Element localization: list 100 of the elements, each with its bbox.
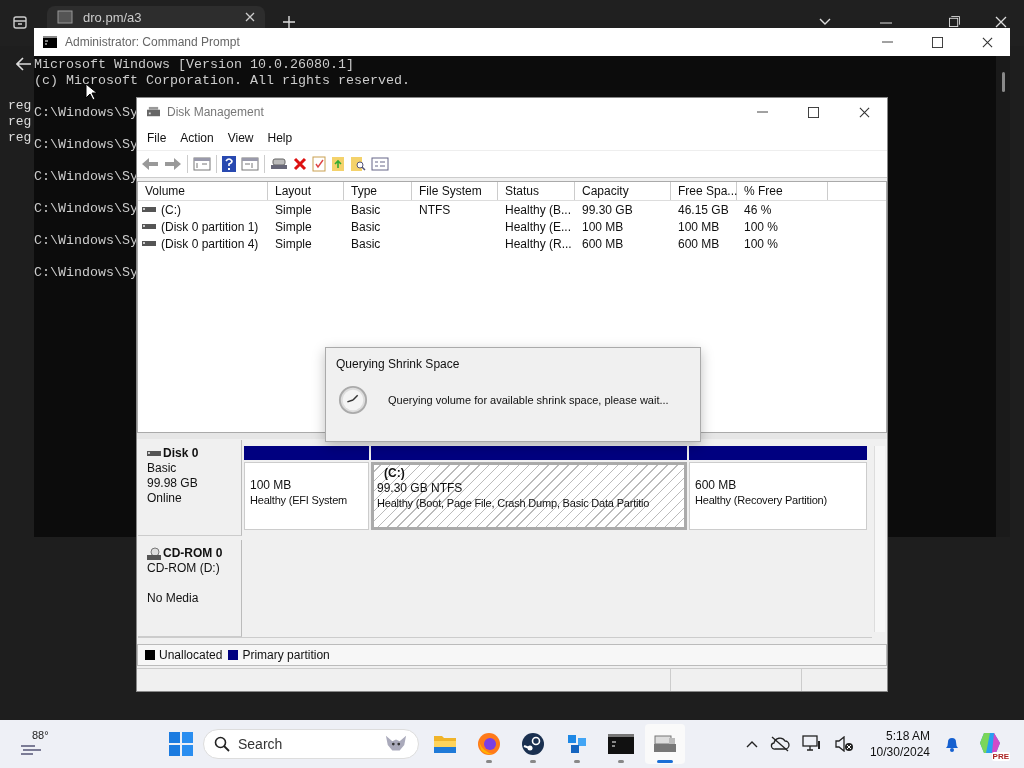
column-header[interactable]: File System (412, 182, 498, 200)
table-cell: Healthy (R... (505, 236, 572, 251)
partition-block[interactable]: (C:) 99.30 GB NTFS Healthy (Boot, Page File, Crash Dump, Basic Data Partitio (371, 462, 687, 530)
disk-label-panel[interactable]: CD-ROM 0 CD-ROM (D:) No Media (138, 540, 242, 637)
start-icon[interactable] (169, 732, 193, 756)
legend-label: Unallocated (159, 648, 223, 662)
tab-title: dro.pm/a3 (83, 9, 143, 25)
table-cell: (Disk 0 partition 4) (161, 236, 259, 251)
panel-icon[interactable] (193, 156, 211, 172)
browser-tab[interactable]: dro.pm/a3 (47, 6, 265, 28)
table-cell: Healthy (E... (505, 219, 572, 234)
table-cell: 600 MB (582, 236, 624, 251)
partition-status: Healthy (Boot, Page File, Crash Dump, Basic Data Partitio (377, 496, 651, 511)
help-icon[interactable] (222, 156, 236, 172)
forward-arrow-icon[interactable] (164, 157, 182, 171)
new-tab-icon[interactable] (283, 16, 295, 28)
drive-icon (142, 206, 156, 213)
mouse-cursor-icon (85, 83, 97, 101)
table-cell: 600 MB (678, 236, 720, 251)
disk-icon (146, 105, 161, 119)
clock[interactable]: 5:18 AM 10/30/2024 (869, 728, 930, 760)
restore-icon[interactable] (949, 16, 960, 27)
console-line: reg (8, 114, 32, 130)
back-arrow-icon[interactable] (16, 57, 32, 71)
cloud-offline-icon[interactable] (769, 736, 790, 752)
chevron-up-icon[interactable] (745, 740, 758, 748)
wind-icon (20, 743, 44, 755)
table-cell: 100 % (744, 219, 779, 234)
disk-name: Disk 0 (163, 446, 199, 461)
console-line: C:\Windows\Sy (34, 105, 138, 120)
dialog-title: Querying Shrink Space (335, 356, 461, 371)
console-line: C:\Windows\Sy (34, 233, 138, 248)
table-cell: Simple (275, 202, 312, 217)
chevron-down-icon[interactable] (819, 18, 831, 26)
disk-name: CD-ROM 0 (163, 546, 223, 561)
clock-date: 10/30/2024 (869, 744, 930, 760)
scrollbar[interactable] (996, 56, 1010, 537)
menu-item[interactable]: File (140, 131, 174, 145)
volume-muted-icon[interactable] (833, 736, 854, 752)
tab-list-icon[interactable] (12, 14, 28, 30)
maximize-icon[interactable] (808, 106, 819, 118)
column-header[interactable]: Free Spa... (671, 182, 737, 200)
table-cell: 100 MB (678, 219, 720, 234)
console-line: Microsoft Windows [Version 10.0.26080.1] (34, 57, 354, 72)
clock-icon (338, 385, 368, 415)
delete-icon[interactable] (293, 157, 307, 171)
bell-icon[interactable] (944, 735, 960, 753)
column-header[interactable]: Capacity (575, 182, 671, 200)
menu-item[interactable]: Action (173, 131, 221, 145)
table-cell: NTFS (419, 202, 451, 217)
dialog-message: Querying volume for available shrink space, please wait... (388, 394, 669, 406)
copilot-icon[interactable] (978, 731, 1002, 755)
search-icon (214, 736, 230, 752)
console-line: reg (8, 98, 32, 114)
partition-block[interactable]: 600 MB Healthy (Recovery Partition) (689, 462, 867, 530)
console-line: C:\Windows\Sy (34, 201, 138, 216)
table-cell: 99.30 GB (582, 202, 633, 217)
fox-globe-icon (477, 732, 501, 756)
disk-detail: 99.98 GB (147, 476, 199, 491)
column-header[interactable]: Layout (268, 182, 344, 200)
window-title: Administrator: Command Prompt (65, 35, 240, 49)
window-title: Disk Management (167, 105, 264, 119)
table-cell: Simple (275, 236, 312, 251)
panel-icon[interactable] (241, 156, 259, 172)
partition-size: 600 MB (695, 478, 738, 493)
disk-label-panel[interactable]: Disk 0 Basic 99.98 GB Online (138, 440, 242, 536)
column-header[interactable]: % Free (737, 182, 828, 200)
column-header[interactable]: Status (498, 182, 575, 200)
preview-badge: PRE (991, 752, 1010, 761)
table-cell: Simple (275, 219, 312, 234)
search-field[interactable]: Search (203, 729, 419, 759)
partition-block[interactable]: 100 MB Healthy (EFI System (244, 462, 369, 530)
table-cell: 100 MB (582, 219, 624, 234)
disk-icon (653, 734, 677, 754)
partition-size: 100 MB (250, 478, 293, 493)
table-cell: Basic (351, 219, 381, 234)
column-header[interactable]: Type (344, 182, 412, 200)
page-icon (57, 9, 73, 25)
disk-detail: Online (147, 491, 183, 506)
clock-time: 5:18 AM (885, 728, 930, 744)
console-line: (c) Microsoft Corporation. All rights reserved. (34, 73, 410, 88)
table-cell: (C:) (161, 202, 181, 217)
menu-item[interactable]: Help (260, 131, 300, 145)
checklist-icon[interactable] (312, 156, 326, 172)
close-icon[interactable] (982, 36, 993, 48)
folder-search-icon[interactable] (350, 156, 366, 172)
menu-item[interactable]: View (220, 131, 261, 145)
maximize-icon[interactable] (932, 36, 943, 48)
drive-icon (142, 223, 156, 230)
close-icon[interactable] (859, 106, 870, 118)
terminal-icon (608, 734, 634, 754)
partition-status: Healthy (EFI System (250, 493, 349, 508)
drive-icon (142, 240, 156, 247)
folder-icon[interactable] (331, 156, 345, 172)
temperature: 88° (32, 729, 49, 741)
drive-icon[interactable] (270, 157, 288, 171)
network-icon[interactable] (801, 735, 822, 753)
column-header[interactable]: Volume (138, 182, 268, 200)
scrollbar[interactable] (874, 446, 885, 632)
blocks-icon (565, 732, 589, 756)
